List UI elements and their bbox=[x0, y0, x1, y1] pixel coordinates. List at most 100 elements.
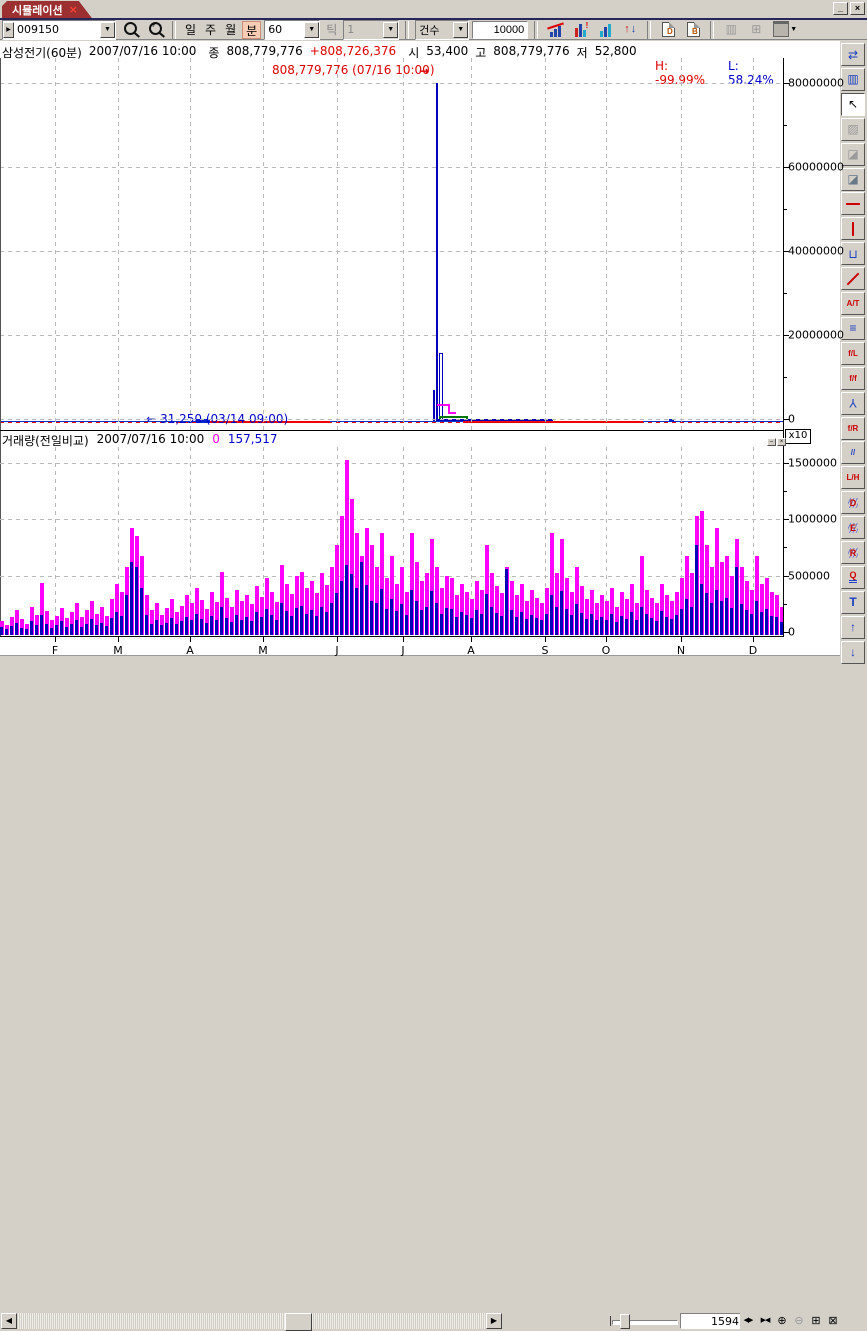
volume-pane-minimize-icon[interactable]: – bbox=[767, 438, 776, 446]
volume-plot[interactable] bbox=[0, 447, 783, 635]
vertical-line-tool-icon[interactable] bbox=[841, 217, 865, 240]
volume-bar-current bbox=[85, 624, 88, 635]
period-minute-button[interactable]: 분 bbox=[242, 21, 261, 39]
volume-bar-current bbox=[680, 609, 683, 635]
minute-interval-combo[interactable]: 60 ▼ bbox=[264, 20, 320, 40]
volume-bar-current bbox=[650, 618, 653, 635]
scroll-down-icon[interactable]: ↓ bbox=[841, 641, 865, 664]
period-range-tool-icon[interactable]: ⊔ bbox=[841, 242, 865, 265]
fibo-retrace-tool-icon-glyph: f/R bbox=[848, 424, 859, 433]
fibo-level-tool-icon[interactable]: f/L bbox=[841, 342, 865, 365]
expand-horizontal-icon[interactable]: ◀▶ bbox=[740, 1313, 756, 1329]
volume-bar-current bbox=[50, 628, 53, 635]
zoom-slider-thumb[interactable] bbox=[620, 1314, 630, 1329]
x-axis-tick bbox=[118, 636, 119, 642]
period-week-button[interactable]: 주 bbox=[202, 21, 219, 39]
doc-d-icon[interactable]: D bbox=[657, 20, 679, 39]
x-axis-label: S bbox=[542, 644, 549, 657]
stock-nav-icon[interactable]: ▶ bbox=[3, 22, 14, 38]
low-high-tool-icon[interactable]: L/H bbox=[841, 466, 865, 489]
collapse-horizontal-icon[interactable]: ▶◀ bbox=[757, 1313, 773, 1329]
window-close-button[interactable]: × bbox=[850, 2, 865, 15]
cursor-tool-icon-glyph: ↖ bbox=[848, 97, 858, 111]
x-axis-tick bbox=[681, 636, 682, 642]
count-combo-dropdown-icon[interactable]: ▼ bbox=[453, 22, 468, 38]
hatch-r-tool-icon[interactable]: R bbox=[841, 541, 865, 564]
volume-bar-current bbox=[725, 598, 728, 635]
horizontal-line-tool-icon[interactable] bbox=[841, 192, 865, 215]
zoom-slider-cap bbox=[610, 1316, 611, 1326]
stock-combo-dropdown-icon[interactable]: ▼ bbox=[100, 22, 115, 38]
y-axis-label: 0 bbox=[788, 413, 795, 426]
simulation-tab[interactable]: 시뮬레이션 × bbox=[2, 1, 92, 18]
window-minimize-button[interactable]: _ bbox=[833, 2, 848, 15]
close-pane-icon[interactable]: ⊠ bbox=[825, 1313, 841, 1329]
hatch-d-tool-icon[interactable]: D bbox=[841, 491, 865, 514]
y-axis-minor-tick bbox=[783, 293, 787, 294]
text-t-tool-icon[interactable]: T bbox=[841, 591, 865, 614]
bar-count-input[interactable] bbox=[680, 1313, 742, 1329]
search-zoom-button[interactable] bbox=[144, 20, 166, 39]
horizontal-scrollbar-thumb[interactable] bbox=[285, 1313, 312, 1331]
period-day-button[interactable]: 일 bbox=[182, 21, 199, 39]
volume-bar-current bbox=[15, 623, 18, 635]
gridline-vertical bbox=[337, 58, 338, 430]
trend-line-tool-icon[interactable] bbox=[841, 267, 865, 290]
chart-style-tool-icon[interactable]: ▥ bbox=[841, 68, 865, 91]
doc-b-icon[interactable]: B bbox=[682, 20, 704, 39]
main-price-plot[interactable]: H: -99.99% L: 58.24% 808,779,776 (07/16 … bbox=[0, 58, 783, 430]
erase-all-tool-icon[interactable]: ◪ bbox=[841, 143, 865, 166]
scroll-right-icon[interactable]: ▶ bbox=[486, 1313, 502, 1329]
fibo-fan-tool-icon[interactable]: f/f bbox=[841, 367, 865, 390]
volume-bar-current bbox=[500, 616, 503, 635]
search-stock-button[interactable] bbox=[119, 20, 141, 39]
volume-bar-current bbox=[430, 591, 433, 635]
bar-chart-icon[interactable]: ! bbox=[569, 20, 591, 39]
hatch-e-tool-icon-glyph: E bbox=[848, 523, 858, 533]
price-spike-shoulder bbox=[433, 390, 435, 421]
quote-lines-tool-icon[interactable]: Q bbox=[841, 566, 865, 589]
parallel-channel-tool-icon[interactable]: // bbox=[841, 441, 865, 464]
change-value: +808,726,376 bbox=[310, 44, 396, 57]
scroll-left-icon[interactable]: ◀ bbox=[1, 1313, 17, 1329]
count-mode-combo[interactable]: 건수 ▼ bbox=[415, 20, 469, 40]
window-layout-icon[interactable]: ▼ bbox=[770, 20, 800, 39]
fibo-retrace-tool-icon[interactable]: f/R bbox=[841, 417, 865, 440]
erase-one-tool-icon[interactable]: ◪ bbox=[841, 168, 865, 191]
volume-bar-current bbox=[80, 627, 83, 635]
minute-combo-dropdown-icon[interactable]: ▼ bbox=[304, 22, 319, 38]
volume-chart-icon[interactable] bbox=[594, 20, 616, 39]
horizontal-scrollbar-track[interactable] bbox=[17, 1313, 486, 1329]
count-input[interactable] bbox=[472, 21, 528, 39]
tab-title: 시뮬레이션 bbox=[12, 2, 63, 18]
volume-bar-current bbox=[645, 614, 648, 635]
text-note-tool-icon[interactable]: A/T bbox=[841, 292, 865, 315]
erase-indicator-tool-icon[interactable]: ▨ bbox=[841, 118, 865, 141]
search-icon bbox=[124, 22, 137, 35]
low-high-tool-icon-glyph: L/H bbox=[847, 473, 860, 482]
divider bbox=[405, 21, 409, 39]
parallel-lines-tool-icon[interactable]: ≡ bbox=[841, 317, 865, 340]
volume-bar-current bbox=[120, 616, 123, 635]
volume-bar-current bbox=[390, 599, 393, 635]
stock-code-combo[interactable]: ▶ 009150 ▼ bbox=[2, 20, 116, 40]
hatch-e-tool-icon[interactable]: E bbox=[841, 516, 865, 539]
volume-pane-close-icon[interactable]: × bbox=[777, 438, 786, 446]
zoom-in-icon[interactable]: ⊕ bbox=[774, 1313, 790, 1329]
high-value: 808,779,776 bbox=[493, 44, 569, 57]
volume-bar-current bbox=[570, 615, 573, 635]
x-axis-label: N bbox=[677, 644, 685, 657]
scroll-up-icon[interactable]: ↑ bbox=[841, 616, 865, 639]
x-axis-label: M bbox=[258, 644, 268, 657]
cursor-tool-icon[interactable]: ↖ bbox=[841, 93, 865, 116]
fan-line-tool-icon[interactable]: Y bbox=[841, 392, 865, 415]
grid-window-icon[interactable]: ⊞ bbox=[808, 1313, 824, 1329]
period-month-button[interactable]: 월 bbox=[222, 21, 239, 39]
updown-arrows-icon[interactable]: ↑ ↓ bbox=[619, 20, 641, 39]
vertical-line-tool-icon bbox=[852, 222, 854, 236]
tab-close-icon[interactable]: × bbox=[69, 3, 78, 16]
volume-bar-current bbox=[55, 625, 58, 635]
y-axis-minor-tick bbox=[783, 491, 787, 492]
swap-tool-icon[interactable]: ⇄ bbox=[841, 43, 865, 66]
line-chart-icon[interactable] bbox=[544, 20, 566, 39]
